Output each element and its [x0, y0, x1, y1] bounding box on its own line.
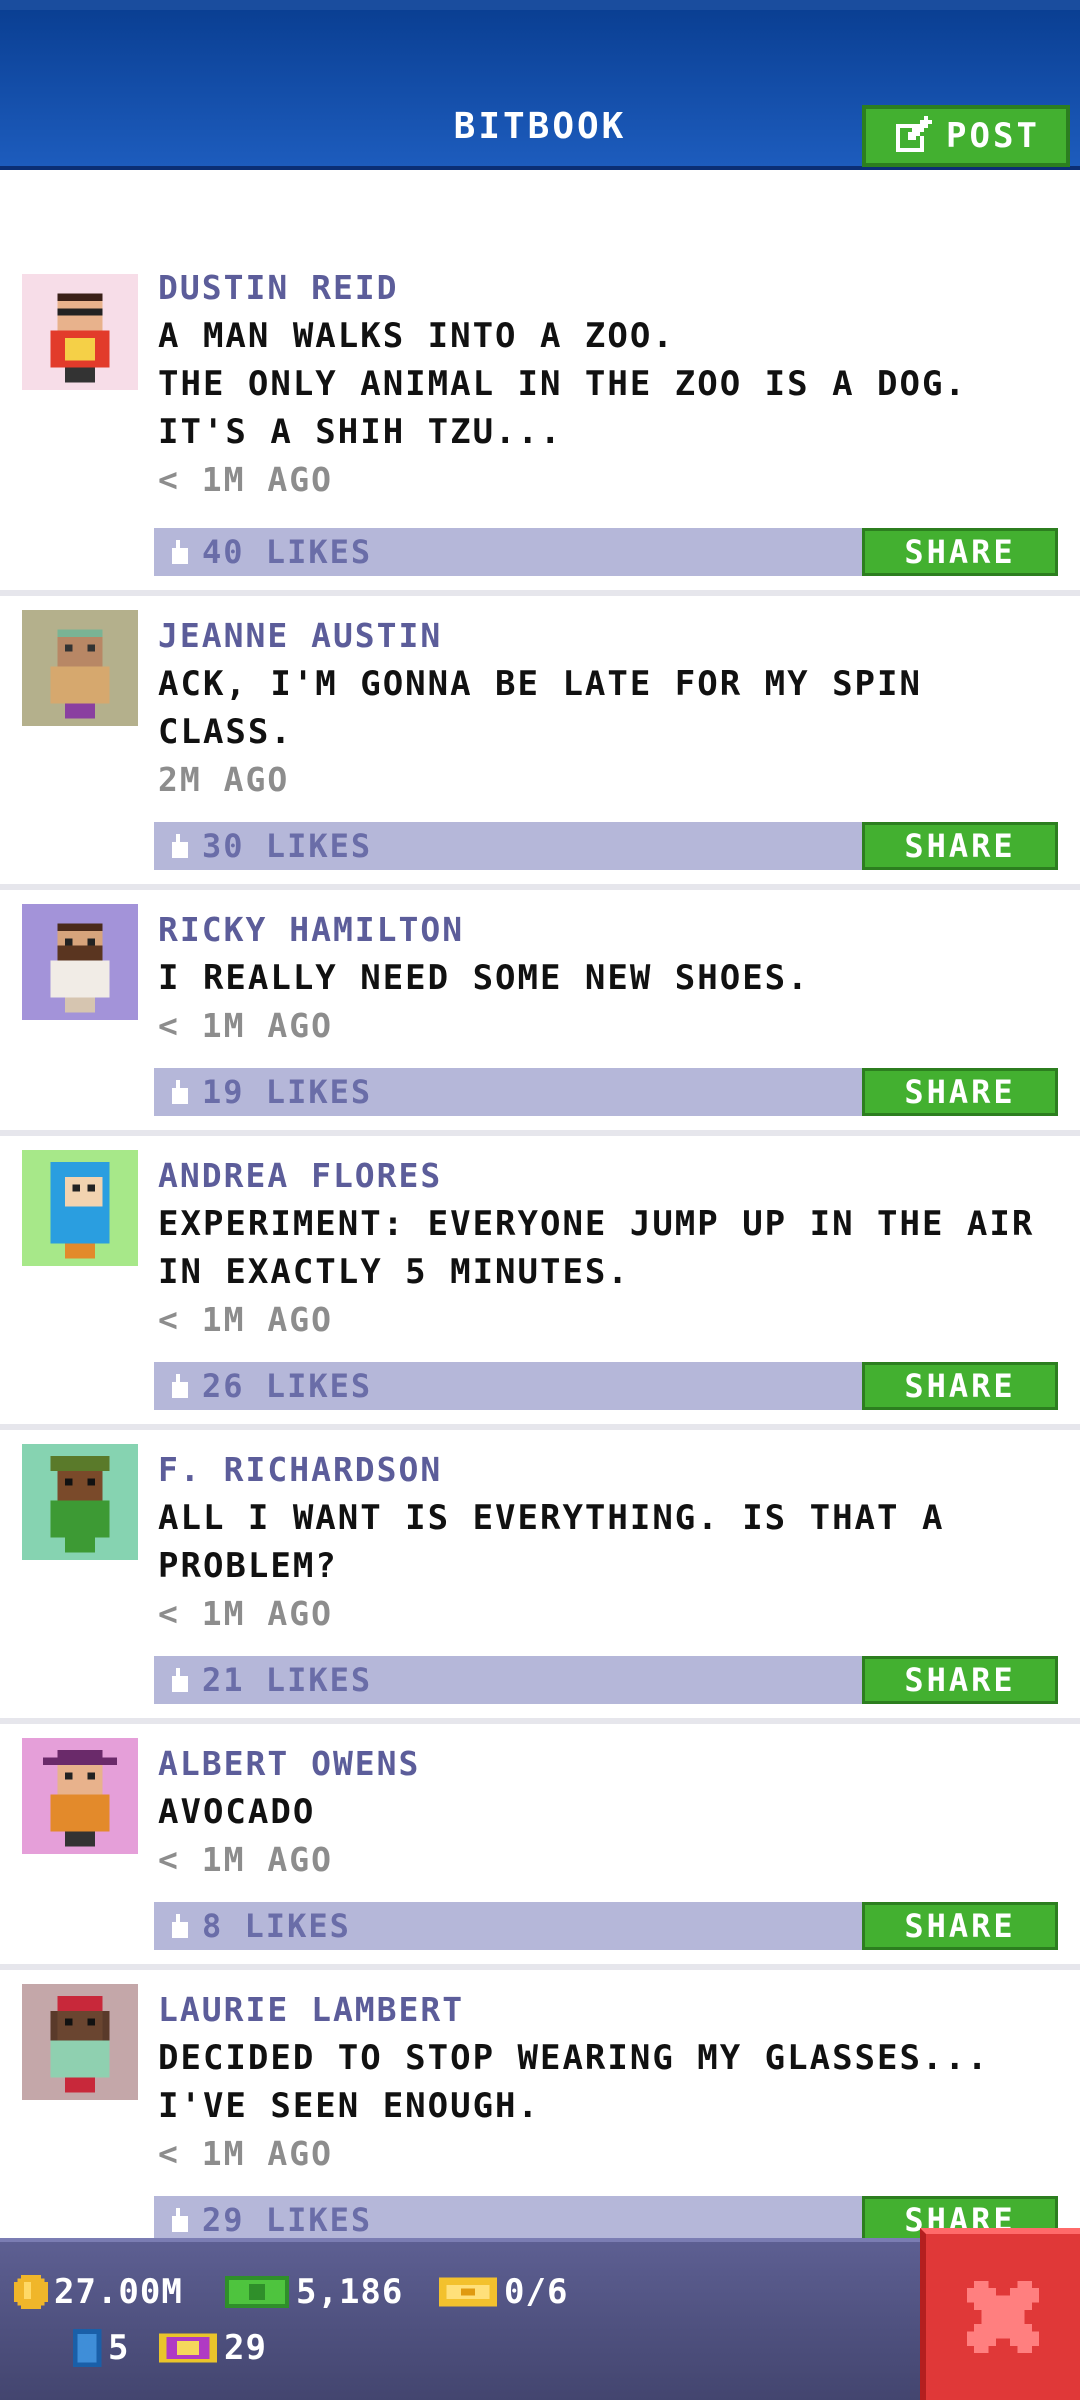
share-button[interactable]: SHARE	[862, 1068, 1058, 1116]
like-bar[interactable]: 40 LIKES	[154, 528, 864, 576]
like-bar[interactable]: 30 LIKES	[154, 822, 864, 870]
post-author[interactable]: ALBERT OWENS	[158, 1744, 420, 1783]
likes-count: 30 LIKES	[202, 827, 373, 865]
likes-count: 21 LIKES	[202, 1661, 373, 1699]
post-time: 2M AGO	[158, 760, 290, 799]
bux-stat: 5,186	[224, 2272, 403, 2312]
post-author[interactable]: JEANNE AUSTIN	[158, 616, 442, 655]
vip-stat: 29	[158, 2328, 267, 2368]
post-time: < 1M AGO	[158, 460, 333, 499]
bux-value: 5,186	[296, 2272, 404, 2312]
like-bar[interactable]: 8 LIKES	[154, 1902, 864, 1950]
compose-icon	[896, 116, 933, 152]
coin-icon	[14, 2275, 48, 2309]
like-bar[interactable]: 21 LIKES	[154, 1656, 864, 1704]
share-button[interactable]: SHARE	[862, 528, 1058, 576]
feed-post: ALBERT OWENS AVOCADO < 1M AGO 8 LIKES SH…	[0, 1724, 1080, 1970]
resource-status-bar: 27.00M 5,186 0/6 5 29	[0, 2238, 920, 2400]
elevator-icon	[72, 2329, 102, 2367]
close-icon	[967, 2281, 1039, 2353]
thumbs-up-icon	[172, 1668, 188, 1692]
post-button-label: POST	[946, 116, 1040, 156]
like-bar[interactable]: 29 LIKES	[154, 2196, 864, 2244]
vip-value: 29	[224, 2328, 267, 2368]
close-button[interactable]	[920, 2228, 1080, 2400]
ticket-icon	[439, 2277, 497, 2307]
share-button[interactable]: SHARE	[862, 1656, 1058, 1704]
post-time: < 1M AGO	[158, 1840, 333, 1879]
purple-hat-avatar	[22, 1738, 138, 1854]
feed-post: LAURIE LAMBERT DECIDED TO STOP WEARING M…	[0, 1970, 1080, 2264]
post-author[interactable]: DUSTIN REID	[158, 268, 399, 307]
thumbs-up-icon	[172, 1914, 188, 1938]
thumbs-up-icon	[172, 540, 188, 564]
post-time: < 1M AGO	[158, 1594, 333, 1633]
vip-icon	[159, 2333, 217, 2363]
red-hat-avatar	[22, 1984, 138, 2100]
post-text: ACK, I'M GONNA BE LATE FOR MY SPIN CLASS…	[158, 664, 922, 752]
post-author[interactable]: ANDREA FLORES	[158, 1156, 442, 1195]
post-button[interactable]: POST	[862, 105, 1070, 167]
post-text: DECIDED TO STOP WEARING MY GLASSES... I'…	[158, 2038, 990, 2126]
post-text: I REALLY NEED SOME NEW SHOES.	[158, 958, 810, 998]
app-header: BITBOOK POST	[0, 0, 1080, 170]
post-author[interactable]: LAURIE LAMBERT	[158, 1990, 464, 2029]
post-text: AVOCADO	[158, 1792, 316, 1832]
likes-count: 26 LIKES	[202, 1367, 373, 1405]
bearded-man-avatar	[22, 904, 138, 1020]
masked-bandit-avatar	[22, 274, 138, 390]
share-button[interactable]: SHARE	[862, 1902, 1058, 1950]
thumbs-up-icon	[172, 1080, 188, 1104]
post-time: < 1M AGO	[158, 1300, 333, 1339]
post-time: < 1M AGO	[158, 2134, 333, 2173]
share-button[interactable]: SHARE	[862, 1362, 1058, 1410]
feed-post: JEANNE AUSTIN ACK, I'M GONNA BE LATE FOR…	[0, 596, 1080, 890]
bitbook-feed[interactable]: DUSTIN REID A MAN WALKS INTO A ZOO. THE …	[0, 170, 1080, 2264]
feed-post: F. RICHARDSON ALL I WANT IS EVERYTHING. …	[0, 1430, 1080, 1724]
post-author[interactable]: F. RICHARDSON	[158, 1450, 442, 1489]
thumbs-up-icon	[172, 2208, 188, 2232]
post-text: EXPERIMENT: EVERYONE JUMP UP IN THE AIR …	[158, 1204, 1035, 1292]
tickets-stat: 0/6	[438, 2272, 568, 2312]
elevators-value: 5	[108, 2328, 130, 2368]
blue-hair-avatar	[22, 1150, 138, 1266]
coins-stat: 27.00M	[14, 2272, 183, 2312]
bald-person-avatar	[22, 610, 138, 726]
bux-icon	[225, 2276, 289, 2308]
likes-count: 40 LIKES	[202, 533, 373, 571]
likes-count: 8 LIKES	[202, 1907, 351, 1945]
post-author[interactable]: RICKY HAMILTON	[158, 910, 464, 949]
like-bar[interactable]: 19 LIKES	[154, 1068, 864, 1116]
post-text: A MAN WALKS INTO A ZOO. THE ONLY ANIMAL …	[158, 316, 967, 452]
like-bar[interactable]: 26 LIKES	[154, 1362, 864, 1410]
coins-value: 27.00M	[54, 2272, 183, 2312]
feed-post: ANDREA FLORES EXPERIMENT: EVERYONE JUMP …	[0, 1136, 1080, 1430]
feed-post: DUSTIN REID A MAN WALKS INTO A ZOO. THE …	[0, 170, 1080, 596]
thumbs-up-icon	[172, 1374, 188, 1398]
tickets-value: 0/6	[504, 2272, 569, 2312]
post-time: < 1M AGO	[158, 1006, 333, 1045]
likes-count: 29 LIKES	[202, 2201, 373, 2239]
feed-post: RICKY HAMILTON I REALLY NEED SOME NEW SH…	[0, 890, 1080, 1136]
share-button[interactable]: SHARE	[862, 822, 1058, 870]
post-text: ALL I WANT IS EVERYTHING. IS THAT A PROB…	[158, 1498, 945, 1586]
elevators-stat: 5	[72, 2328, 129, 2368]
thumbs-up-icon	[172, 834, 188, 858]
green-cap-avatar	[22, 1444, 138, 1560]
likes-count: 19 LIKES	[202, 1073, 373, 1111]
